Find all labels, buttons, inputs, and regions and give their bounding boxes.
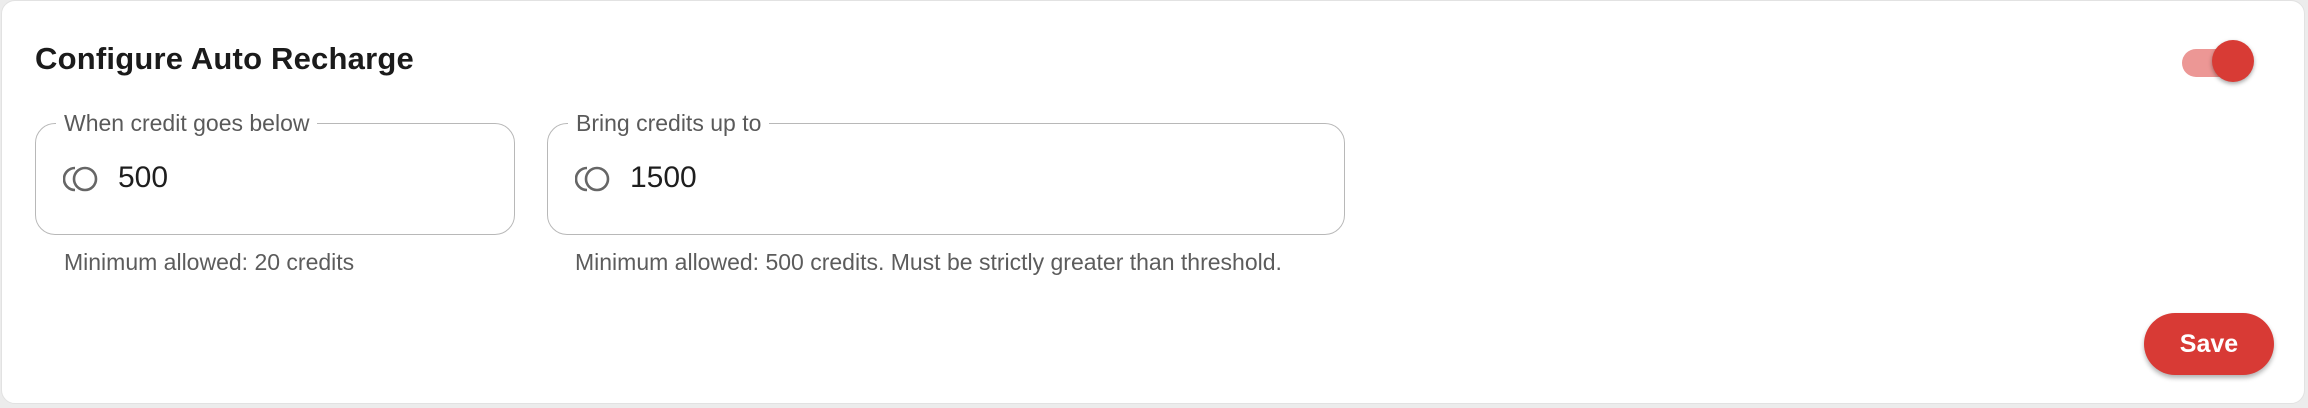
auto-recharge-toggle[interactable] bbox=[2180, 39, 2260, 85]
threshold-label: When credit goes below bbox=[56, 108, 318, 138]
threshold-input[interactable] bbox=[118, 148, 478, 208]
target-label: Bring credits up to bbox=[568, 108, 770, 138]
section-title: Configure Auto Recharge bbox=[35, 41, 414, 76]
coins-icon bbox=[62, 164, 103, 194]
auto-recharge-card: Configure Auto Recharge When credit goes… bbox=[1, 0, 2305, 404]
coins-icon bbox=[574, 164, 615, 194]
toggle-thumb bbox=[2212, 40, 2254, 82]
threshold-helper-text: Minimum allowed: 20 credits bbox=[64, 249, 355, 275]
target-field: Bring credits up to bbox=[547, 108, 1345, 235]
target-helper-text: Minimum allowed: 500 credits. Must be st… bbox=[575, 249, 1282, 275]
threshold-field: When credit goes below bbox=[35, 108, 515, 235]
target-input[interactable] bbox=[630, 148, 1310, 208]
save-button[interactable]: Save bbox=[2144, 313, 2274, 375]
